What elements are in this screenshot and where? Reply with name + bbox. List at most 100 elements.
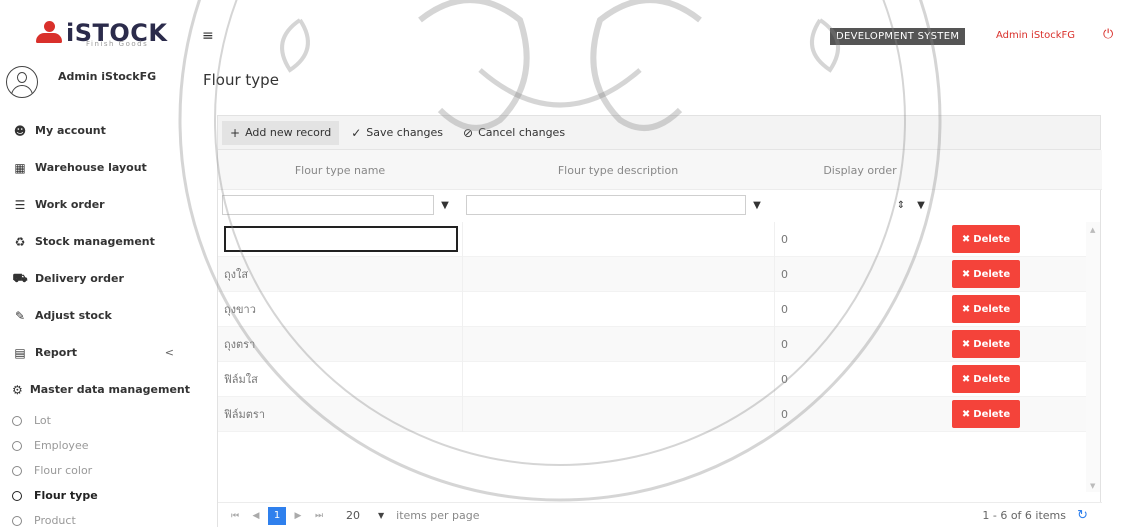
cell-name[interactable]: ถุงขาว	[218, 292, 462, 327]
sidebar-item-stock-management[interactable]: ♻ Stock management	[0, 223, 190, 260]
chevron-down-icon[interactable]: ▼	[378, 511, 384, 520]
circle-icon	[12, 465, 22, 476]
refresh-icon[interactable]: ↻	[1077, 508, 1088, 523]
table-row[interactable]: ถุงตรา 0 ✖ Delete	[218, 326, 1088, 362]
filter-icon[interactable]: ▼	[748, 195, 766, 215]
power-icon[interactable]: ⏻	[1103, 27, 1113, 42]
spinner-icon[interactable]: ⇕	[892, 195, 910, 215]
filter-icon[interactable]: ▼	[912, 195, 930, 215]
sidebar-item-label: Master data management	[29, 383, 190, 396]
next-page-icon[interactable]: ▶	[289, 507, 307, 525]
grid-icon: ▦	[14, 160, 26, 175]
sidebar-subitem-product[interactable]: Product	[0, 508, 190, 527]
cancel-changes-button[interactable]: ⊘ Cancel changes	[455, 121, 573, 145]
sidebar-item-label: Work order	[35, 198, 105, 211]
page-size-select[interactable]: 20	[346, 509, 360, 522]
sidebar-item-label: Report	[35, 346, 78, 359]
cell-description[interactable]	[462, 396, 774, 432]
cell-description[interactable]	[462, 221, 774, 257]
column-header-description[interactable]: Flour type description	[462, 150, 774, 190]
hamburger-icon[interactable]: ≡	[202, 28, 214, 44]
cell-display-order[interactable]: 0	[774, 361, 946, 397]
close-icon: ✖	[961, 233, 971, 245]
last-page-icon[interactable]: ⏭	[310, 507, 328, 525]
delete-button[interactable]: ✖ Delete	[952, 400, 1020, 428]
scroll-down-icon[interactable]: ▼	[1090, 482, 1095, 490]
cell-actions: ✖ Delete	[946, 397, 1088, 432]
add-record-label: Add new record	[245, 126, 332, 139]
sidebar-subitem-flour-color[interactable]: Flour color	[0, 458, 190, 483]
name-edit-input[interactable]	[224, 226, 458, 252]
top-bar: ≡ DEVELOPMENT SYSTEM Admin iStockFG ⏻	[190, 0, 1139, 60]
add-record-button[interactable]: + Add new record	[222, 120, 340, 145]
cell-name[interactable]: ฟิล์มใส	[218, 362, 462, 397]
chevron-left-icon: <	[164, 346, 174, 359]
sidebar-item-master-data[interactable]: ⚙ Master data management	[0, 371, 190, 408]
sidebar-subitem-label: Flour type	[34, 489, 98, 502]
sidebar-subitem-flour-type[interactable]: Flour type	[0, 483, 190, 508]
sidebar-item-report[interactable]: ▤ Report <	[0, 334, 190, 371]
first-page-icon[interactable]: ⏮	[226, 507, 244, 525]
cell-description[interactable]	[462, 291, 774, 327]
delete-button[interactable]: ✖ Delete	[952, 330, 1020, 358]
close-icon: ✖	[961, 268, 971, 280]
cell-actions: ✖ Delete	[946, 327, 1088, 362]
save-changes-button[interactable]: ✓ Save changes	[343, 121, 451, 145]
sidebar-subitem-employee[interactable]: Employee	[0, 433, 190, 458]
close-icon: ✖	[961, 303, 971, 315]
delete-label: Delete	[973, 408, 1011, 420]
delete-button[interactable]: ✖ Delete	[952, 365, 1020, 393]
sidebar-item-adjust-stock[interactable]: ✎ Adjust stock	[0, 297, 190, 334]
cell-name[interactable]: ถุงใส	[218, 257, 462, 292]
filter-order-input[interactable]	[778, 195, 890, 215]
table-row[interactable]: ฟิล์มใส 0 ✖ Delete	[218, 361, 1088, 397]
sidebar-item-work-order[interactable]: ☰ Work order	[0, 186, 190, 223]
cell-display-order[interactable]: 0	[774, 256, 946, 292]
table-row[interactable]: 0 ✖ Delete	[218, 221, 1088, 257]
grid-rows: 0 ✖ Delete ถุงใส 0 ✖ Delete ถุงขาว 0 ✖ Dele…	[218, 221, 1088, 432]
grid-header: Flour type name Flour type description D…	[218, 150, 1102, 190]
edit-icon: ✎	[14, 308, 26, 323]
cell-display-order[interactable]: 0	[774, 221, 946, 257]
sidebar-subitem-lot[interactable]: Lot	[0, 408, 190, 433]
column-header-display-order[interactable]: Display order	[774, 150, 946, 190]
cancel-icon: ⊘	[463, 125, 474, 140]
page-number-button[interactable]: 1	[268, 506, 286, 525]
prev-page-icon[interactable]: ◀	[247, 507, 265, 525]
cell-actions: ✖ Delete	[946, 292, 1088, 327]
cell-display-order[interactable]: 0	[774, 326, 946, 362]
filter-name-input[interactable]	[222, 195, 434, 215]
user-name: Admin iStockFG	[58, 70, 157, 83]
cell-description[interactable]	[462, 326, 774, 362]
cell-description[interactable]	[462, 256, 774, 292]
delete-button[interactable]: ✖ Delete	[952, 260, 1020, 288]
cubes-icon: ♻	[14, 234, 26, 249]
delete-button[interactable]: ✖ Delete	[952, 295, 1020, 323]
sidebar-item-label: Delivery order	[35, 272, 124, 285]
table-row[interactable]: ฟิล์มตรา 0 ✖ Delete	[218, 396, 1088, 432]
cell-display-order[interactable]: 0	[774, 396, 946, 432]
cell-name[interactable]: ถุงตรา	[218, 327, 462, 362]
sidebar-item-warehouse-layout[interactable]: ▦ Warehouse layout	[0, 149, 190, 186]
sidebar-item-delivery-order[interactable]: ⛟ Delivery order	[0, 260, 190, 297]
page-title: Flour type	[203, 71, 279, 89]
scroll-up-icon[interactable]: ▲	[1090, 226, 1095, 234]
page-size-label: items per page	[396, 509, 480, 522]
table-row[interactable]: ถุงขาว 0 ✖ Delete	[218, 291, 1088, 327]
cell-name[interactable]	[218, 222, 462, 257]
filter-icon[interactable]: ▼	[436, 195, 454, 215]
cell-actions: ✖ Delete	[946, 222, 1088, 257]
sidebar-item-my-account[interactable]: ☻ My account	[0, 112, 190, 149]
close-icon: ✖	[961, 338, 971, 350]
grid-vertical-scrollbar[interactable]: ▲ ▼	[1086, 222, 1100, 492]
column-header-name[interactable]: Flour type name	[218, 150, 462, 190]
cell-name[interactable]: ฟิล์มตรา	[218, 397, 462, 432]
top-user-link[interactable]: Admin iStockFG	[996, 30, 1075, 41]
flour-type-grid: + Add new record ✓ Save changes ⊘ Cancel…	[217, 115, 1102, 527]
table-row[interactable]: ถุงใส 0 ✖ Delete	[218, 256, 1088, 292]
cell-description[interactable]	[462, 361, 774, 397]
delete-button[interactable]: ✖ Delete	[952, 225, 1020, 253]
cell-display-order[interactable]: 0	[774, 291, 946, 327]
filter-description-input[interactable]	[466, 195, 746, 215]
filter-cell-description: ▼	[462, 190, 774, 220]
